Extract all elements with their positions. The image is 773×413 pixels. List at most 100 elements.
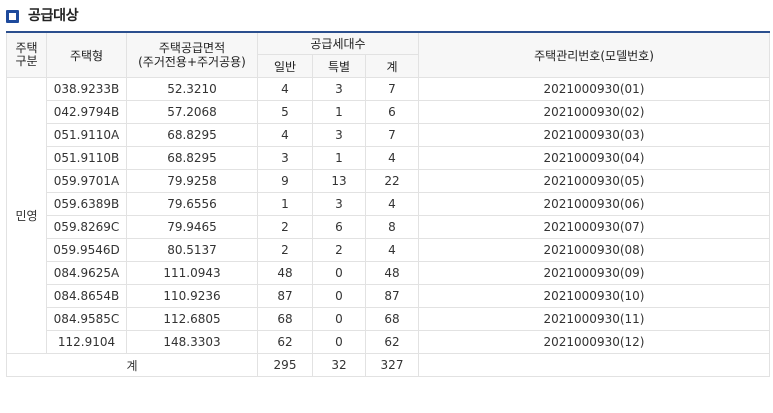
cell-special: 0: [312, 284, 366, 308]
cell-total: 4: [365, 238, 419, 262]
cell-supply-area: 79.9258: [126, 169, 258, 193]
cell-special: 1: [312, 146, 366, 170]
total-row: 계 295 32 327: [6, 353, 770, 377]
table-row: 059.6389B 79.6556 1 3 4 2021000930(06): [7, 192, 770, 216]
cell-housing-type: 084.9585C: [46, 307, 127, 331]
cell-supply-area: 68.8295: [126, 123, 258, 147]
cell-management-number: 2021000930(02): [418, 100, 770, 124]
total-units: 327: [365, 353, 419, 377]
cell-supply-area: 148.3303: [126, 330, 258, 354]
cell-housing-type: 051.9110B: [46, 146, 127, 170]
table-row: 084.8654B 110.9236 87 0 87 2021000930(10): [7, 284, 770, 308]
cell-special: 6: [312, 215, 366, 239]
cell-management-number: 2021000930(08): [418, 238, 770, 262]
cell-total: 8: [365, 215, 419, 239]
cell-general: 62: [257, 330, 313, 354]
cell-housing-type: 084.8654B: [46, 284, 127, 308]
section-header: 공급대상: [6, 4, 79, 26]
square-bullet-icon: [6, 9, 19, 23]
cell-management-number: 2021000930(07): [418, 215, 770, 239]
total-general: 295: [257, 353, 313, 377]
supply-target-panel: 공급대상 주택 구분 주택형 주택공급면적 (주거전용+주거공용) 공급세대수 주택…: [0, 0, 773, 413]
cell-total: 4: [365, 192, 419, 216]
header-total: 계: [365, 54, 419, 78]
cell-total: 7: [365, 77, 419, 101]
table-row: 042.9794B 57.2068 5 1 6 2021000930(02): [7, 100, 770, 124]
cell-general: 2: [257, 238, 313, 262]
cell-special: 0: [312, 261, 366, 285]
total-label: 계: [6, 353, 258, 377]
cell-supply-area: 57.2068: [126, 100, 258, 124]
cell-general: 48: [257, 261, 313, 285]
table-row: 059.8269C 79.9465 2 6 8 2021000930(07): [7, 215, 770, 239]
cell-management-number: 2021000930(10): [418, 284, 770, 308]
header-supply-units: 공급세대수: [257, 31, 419, 55]
cell-special: 1: [312, 100, 366, 124]
cell-special: 0: [312, 307, 366, 331]
header-general: 일반: [257, 54, 313, 78]
cell-supply-area: 79.9465: [126, 215, 258, 239]
cell-management-number: 2021000930(09): [418, 261, 770, 285]
cell-special: 3: [312, 77, 366, 101]
section-title: 공급대상: [28, 8, 79, 24]
cell-general: 4: [257, 123, 313, 147]
cell-special: 2: [312, 238, 366, 262]
cell-total: 7: [365, 123, 419, 147]
cell-supply-area: 52.3210: [126, 77, 258, 101]
total-special: 32: [312, 353, 366, 377]
header-special: 특별: [312, 54, 366, 78]
cell-supply-area: 110.9236: [126, 284, 258, 308]
cell-management-number: 2021000930(03): [418, 123, 770, 147]
cell-total: 87: [365, 284, 419, 308]
table-row: 051.9110A 68.8295 4 3 7 2021000930(03): [7, 123, 770, 147]
cell-management-number: 2021000930(01): [418, 77, 770, 101]
cell-general: 3: [257, 146, 313, 170]
housing-group-cell: 민영: [6, 77, 47, 354]
cell-general: 4: [257, 77, 313, 101]
cell-housing-type: 059.8269C: [46, 215, 127, 239]
cell-housing-type: 084.9625A: [46, 261, 127, 285]
cell-total: 22: [365, 169, 419, 193]
cell-management-number: 2021000930(12): [418, 330, 770, 354]
cell-general: 87: [257, 284, 313, 308]
table-row: 084.9625A 111.0943 48 0 48 2021000930(09): [7, 261, 770, 285]
cell-special: 0: [312, 330, 366, 354]
table-row: 084.9585C 112.6805 68 0 68 2021000930(11): [7, 307, 770, 331]
cell-supply-area: 111.0943: [126, 261, 258, 285]
cell-supply-area: 112.6805: [126, 307, 258, 331]
header-supply-area: 주택공급면적 (주거전용+주거공용): [126, 31, 258, 78]
cell-general: 1: [257, 192, 313, 216]
cell-supply-area: 80.5137: [126, 238, 258, 262]
cell-general: 5: [257, 100, 313, 124]
table-row: 112.9104 148.3303 62 0 62 2021000930(12): [7, 330, 770, 354]
table-row: 민영 038.9233B 52.3210 4 3 7 2021000930(01): [6, 77, 770, 354]
cell-housing-type: 059.9546D: [46, 238, 127, 262]
header-housing-group: 주택 구분: [6, 31, 47, 78]
cell-special: 13: [312, 169, 366, 193]
cell-management-number: 2021000930(06): [418, 192, 770, 216]
cell-housing-type: 059.6389B: [46, 192, 127, 216]
total-blank: [418, 353, 770, 377]
cell-special: 3: [312, 123, 366, 147]
cell-total: 4: [365, 146, 419, 170]
table-row: 051.9110B 68.8295 3 1 4 2021000930(04): [7, 146, 770, 170]
cell-management-number: 2021000930(11): [418, 307, 770, 331]
cell-management-number: 2021000930(04): [418, 146, 770, 170]
header-housing-type: 주택형: [46, 31, 127, 78]
cell-supply-area: 79.6556: [126, 192, 258, 216]
cell-total: 62: [365, 330, 419, 354]
table-row: 059.9701A 79.9258 9 13 22 2021000930(05): [7, 169, 770, 193]
cell-housing-type: 042.9794B: [46, 100, 127, 124]
cell-special: 3: [312, 192, 366, 216]
cell-total: 48: [365, 261, 419, 285]
cell-general: 9: [257, 169, 313, 193]
header-management-number: 주택관리번호(모델번호): [418, 31, 770, 78]
cell-housing-type: 059.9701A: [46, 169, 127, 193]
cell-supply-area: 68.8295: [126, 146, 258, 170]
table-row: 059.9546D 80.5137 2 2 4 2021000930(08): [7, 238, 770, 262]
cell-housing-type: 112.9104: [46, 330, 127, 354]
cell-management-number: 2021000930(05): [418, 169, 770, 193]
cell-total: 68: [365, 307, 419, 331]
cell-general: 68: [257, 307, 313, 331]
supply-table: 주택 구분 주택형 주택공급면적 (주거전용+주거공용) 공급세대수 주택관리번호(…: [6, 31, 770, 377]
